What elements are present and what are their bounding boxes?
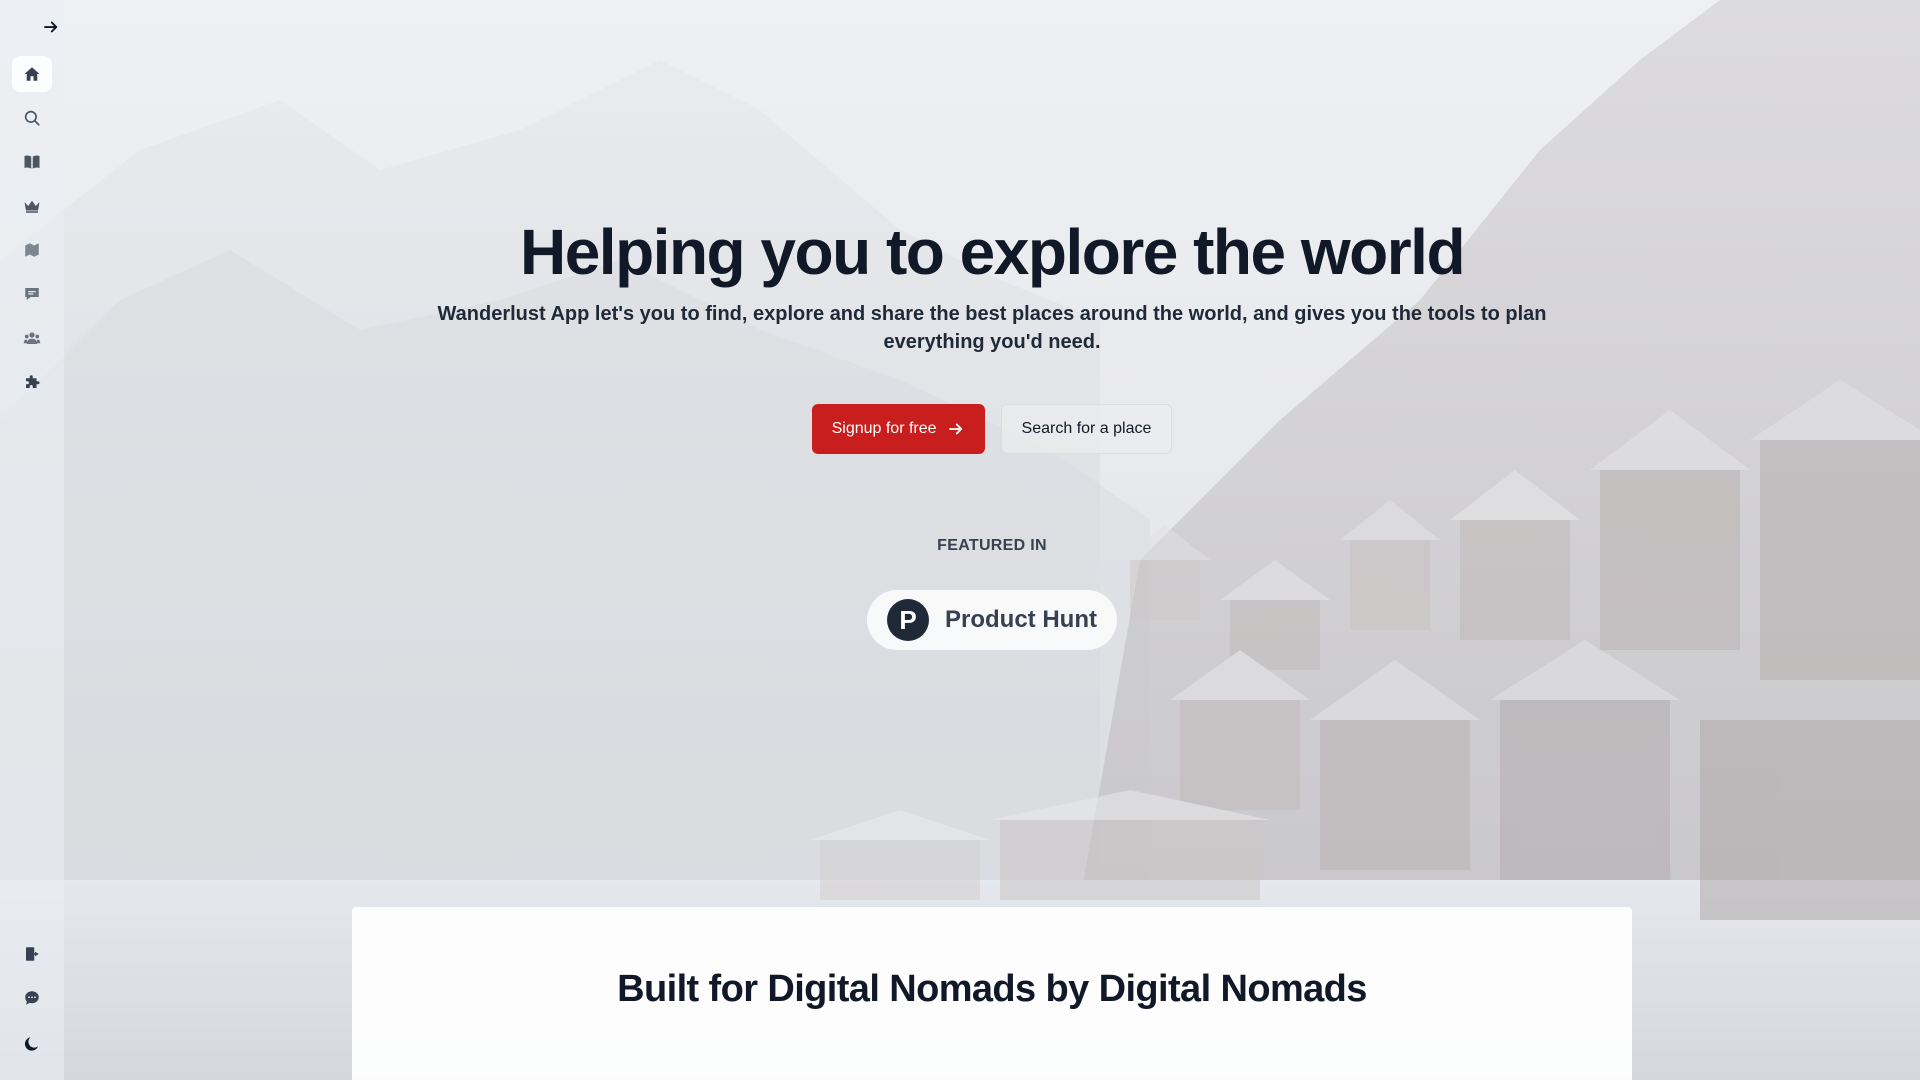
product-hunt-name: Product Hunt: [945, 606, 1097, 633]
features-card: Built for Digital Nomads by Digital Noma…: [352, 907, 1632, 1080]
map-icon: [25, 243, 39, 257]
signup-button[interactable]: Signup for free: [811, 404, 985, 454]
features-section-title: Built for Digital Nomads by Digital Noma…: [617, 968, 1367, 1010]
sidebar-item-guides[interactable]: [12, 144, 52, 180]
sidebar-item-map[interactable]: [12, 232, 52, 268]
sidebar: [0, 0, 64, 1080]
product-hunt-badge[interactable]: P Product Hunt: [867, 590, 1117, 650]
sidebar-item-chat[interactable]: [12, 276, 52, 312]
book-open-icon: [24, 155, 40, 169]
sidebar-item-premium[interactable]: [12, 188, 52, 224]
sidebar-item-logout[interactable]: [12, 936, 52, 972]
product-hunt-logo: P: [887, 599, 929, 641]
featured-in-label: FEATURED IN: [937, 537, 1047, 554]
sidebar-item-community[interactable]: [12, 320, 52, 356]
home-icon: [24, 67, 40, 81]
arrow-right-icon: [948, 423, 962, 435]
hero-actions: Signup for free Search for a place: [64, 404, 1920, 454]
sidebar-item-messages[interactable]: [12, 980, 52, 1016]
search-icon: [24, 110, 40, 126]
dark-mode-toggle[interactable]: [12, 1026, 52, 1062]
users-icon: [23, 332, 41, 344]
chat-bubble-icon: [25, 288, 39, 300]
puzzle-icon: [26, 375, 40, 388]
crown-icon: [24, 200, 40, 213]
sidebar-item-search[interactable]: [12, 100, 52, 136]
moon-icon: [24, 1037, 38, 1051]
message-circle-icon: [25, 991, 39, 1005]
sidebar-item-integrations[interactable]: [12, 364, 52, 400]
logout-icon: [26, 947, 39, 961]
search-place-button[interactable]: Search for a place: [1000, 404, 1173, 454]
search-place-button-label: Search for a place: [1021, 420, 1152, 437]
hero-subtitle: Wanderlust App let's you to find, explor…: [437, 303, 1547, 353]
sidebar-item-home[interactable]: [12, 56, 52, 92]
sidebar-collapse-toggle[interactable]: [39, 15, 63, 39]
signup-button-label: Signup for free: [831, 420, 937, 437]
hero-title: Helping you to explore the world: [519, 216, 1466, 288]
arrow-right-icon: [44, 21, 58, 33]
